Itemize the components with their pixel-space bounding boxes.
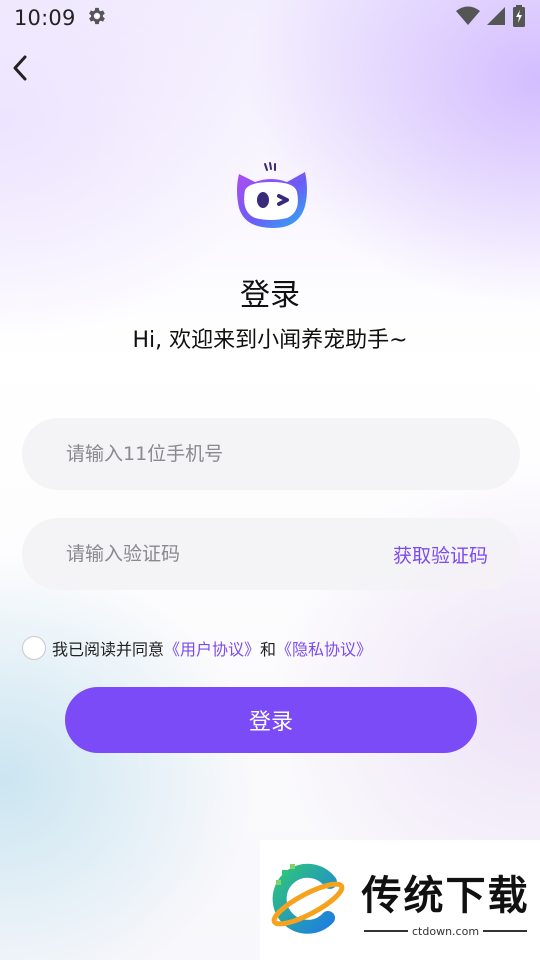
user-agreement-link[interactable]: 《用户协议》 (164, 636, 260, 660)
phone-field-container (22, 418, 520, 490)
wifi-icon (456, 6, 480, 30)
welcome-subtitle: Hi, 欢迎来到小闻养宠助手~ (132, 328, 408, 353)
watermark-domain: ctdown.com (412, 924, 480, 938)
status-time: 10:09 (14, 6, 76, 30)
gear-icon (76, 5, 108, 31)
get-code-button[interactable]: 获取验证码 (393, 541, 488, 568)
back-button[interactable] (6, 50, 34, 86)
watermark-text: 传统下载 ctdown.com (360, 863, 531, 938)
chevron-left-icon (13, 55, 27, 81)
verification-code-input[interactable] (66, 534, 393, 574)
page-title: 登录 (240, 278, 300, 313)
watermark-title: 传统下载 (361, 872, 530, 919)
privacy-agreement-link[interactable]: 《隐私协议》 (276, 636, 372, 660)
ctdown-logo-icon (271, 863, 345, 934)
watermark: 传统下载 ctdown.com (260, 840, 540, 960)
watermark-domain-row: ctdown.com (360, 925, 531, 938)
agreement-row: 我已阅读并同意 《用户协议》 和 《隐私协议》 (22, 636, 372, 660)
status-icons (456, 5, 526, 31)
agreement-and: 和 (260, 640, 277, 659)
divider (364, 930, 408, 932)
agreement-prefix: 我已阅读并同意 (52, 640, 165, 659)
divider (483, 930, 528, 932)
agreement-checkbox[interactable] (22, 636, 46, 660)
cat-mascot-icon (233, 160, 309, 232)
status-bar: 10:09 (0, 0, 540, 36)
code-field-container: 获取验证码 (22, 518, 520, 590)
login-button[interactable]: 登录 (65, 687, 477, 753)
signal-icon (486, 6, 506, 30)
phone-input[interactable] (66, 434, 488, 474)
battery-icon (512, 5, 526, 31)
